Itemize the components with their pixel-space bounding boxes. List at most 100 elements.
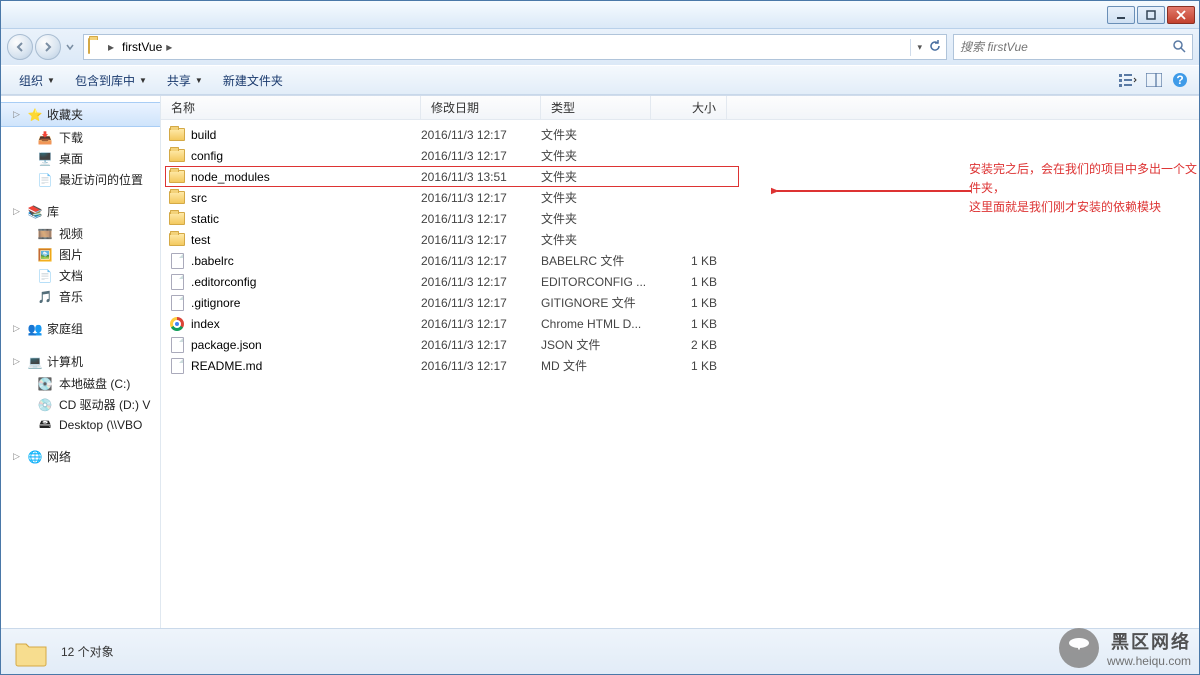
- file-row[interactable]: .gitignore2016/11/3 12:17GITIGNORE 文件1 K…: [161, 292, 1199, 313]
- maximize-button[interactable]: [1137, 6, 1165, 24]
- share-label: 共享: [167, 72, 191, 89]
- sidebar-item-label: 文档: [59, 267, 83, 284]
- recent-icon: 📄: [37, 172, 53, 188]
- file-type: 文件夹: [541, 189, 651, 206]
- computer-header[interactable]: ▷💻计算机: [1, 350, 160, 373]
- favorites-label: 收藏夹: [47, 106, 83, 123]
- back-button[interactable]: [7, 34, 33, 60]
- file-icon: [171, 337, 184, 353]
- pictures-icon: 🖼️: [37, 247, 53, 263]
- computer-icon: 💻: [27, 354, 43, 370]
- sidebar-item-label: 桌面: [59, 150, 83, 167]
- file-name: build: [191, 128, 216, 142]
- share-button[interactable]: 共享 ▼: [159, 69, 211, 92]
- folder-icon: [169, 233, 185, 246]
- include-label: 包含到库中: [75, 72, 135, 89]
- search-input[interactable]: [960, 40, 1168, 54]
- collapse-icon: ▷: [13, 451, 23, 462]
- navbar: ▸ firstVue ▸ ▾: [1, 29, 1199, 65]
- sidebar-item[interactable]: 🖴Desktop (\\VBO: [1, 415, 160, 435]
- address-segment[interactable]: firstVue: [122, 40, 162, 54]
- file-name: .editorconfig: [191, 275, 256, 289]
- col-size[interactable]: 大小: [651, 96, 727, 119]
- include-library-button[interactable]: 包含到库中 ▼: [67, 69, 155, 92]
- minimize-button[interactable]: [1107, 6, 1135, 24]
- file-row[interactable]: package.json2016/11/3 12:17JSON 文件2 KB: [161, 334, 1199, 355]
- file-row[interactable]: node_modules 2016/11/3 13:51文件夹: [165, 166, 739, 187]
- file-date: 2016/11/3 12:17: [421, 338, 541, 352]
- new-folder-button[interactable]: 新建文件夹: [215, 69, 291, 92]
- search-box[interactable]: [953, 34, 1193, 60]
- file-size: 1 KB: [651, 254, 727, 268]
- network-header[interactable]: ▷🌐网络: [1, 445, 160, 468]
- address-bar[interactable]: ▸ firstVue ▸ ▾: [83, 34, 947, 60]
- folder-icon: [169, 128, 185, 141]
- sidebar-item-label: 图片: [59, 246, 83, 263]
- file-date: 2016/11/3 12:17: [421, 149, 541, 163]
- file-date: 2016/11/3 12:17: [421, 359, 541, 373]
- file-name: src: [191, 191, 207, 205]
- chevron-down-icon: ▼: [139, 76, 147, 85]
- file-icon: [171, 274, 184, 290]
- file-icon: [171, 358, 184, 374]
- file-row[interactable]: test2016/11/3 12:17文件夹: [161, 229, 1199, 250]
- file-type: 文件夹: [541, 168, 651, 185]
- collapse-icon: ▷: [13, 356, 23, 367]
- collapse-icon: ▷: [13, 109, 23, 120]
- file-date: 2016/11/3 13:51: [421, 170, 541, 184]
- file-row[interactable]: README.md2016/11/3 12:17MD 文件1 KB: [161, 355, 1199, 376]
- file-row[interactable]: build2016/11/3 12:17文件夹: [161, 124, 1199, 145]
- help-button[interactable]: ?: [1171, 71, 1189, 89]
- svg-text:?: ?: [1176, 73, 1183, 87]
- organize-button[interactable]: 组织▼: [11, 69, 63, 92]
- sidebar-item[interactable]: 📄最近访问的位置: [1, 169, 160, 190]
- col-type[interactable]: 类型: [541, 96, 651, 119]
- video-icon: 🎞️: [37, 226, 53, 242]
- forward-button[interactable]: [35, 34, 61, 60]
- chevron-down-icon[interactable]: ▾: [917, 42, 922, 53]
- column-headers: 名称 修改日期 类型 大小: [161, 96, 1199, 120]
- history-dropdown[interactable]: [63, 34, 77, 60]
- sidebar-item[interactable]: 🖥️桌面: [1, 148, 160, 169]
- file-date: 2016/11/3 12:17: [421, 191, 541, 205]
- collapse-icon: ▷: [13, 323, 23, 334]
- nav-pane: ▷⭐收藏夹 📥下载🖥️桌面📄最近访问的位置 ▷📚库 🎞️视频 🖼️ 图片 📄 文档 🎵音乐…: [1, 96, 161, 628]
- sidebar-item[interactable]: 🎵音乐: [1, 286, 160, 307]
- file-type: BABELRC 文件: [541, 252, 651, 269]
- watermark-en: www.heiqu.com: [1107, 654, 1191, 668]
- favorites-header[interactable]: ▷⭐收藏夹: [1, 102, 160, 127]
- file-date: 2016/11/3 12:17: [421, 275, 541, 289]
- homegroup-header[interactable]: ▷👥家庭组: [1, 317, 160, 340]
- file-row[interactable]: index2016/11/3 12:17Chrome HTML D...1 KB: [161, 313, 1199, 334]
- sidebar-item-label: 本地磁盘 (C:): [59, 375, 130, 392]
- file-name: .babelrc: [191, 254, 234, 268]
- chevron-down-icon: ▼: [195, 76, 203, 85]
- sidebar-item[interactable]: 📥下载: [1, 127, 160, 148]
- col-date[interactable]: 修改日期: [421, 96, 541, 119]
- sidebar-item[interactable]: 💿CD 驱动器 (D:) V: [1, 394, 160, 415]
- file-row[interactable]: .editorconfig2016/11/3 12:17EDITORCONFIG…: [161, 271, 1199, 292]
- documents-icon: 📄: [37, 268, 53, 284]
- preview-pane-button[interactable]: [1145, 71, 1163, 89]
- chevron-right-icon[interactable]: ▸: [108, 40, 118, 54]
- search-icon[interactable]: [1172, 39, 1186, 56]
- sidebar-item[interactable]: 💽本地磁盘 (C:): [1, 373, 160, 394]
- toolbar: 组织▼ 包含到库中 ▼ 共享 ▼ 新建文件夹 ?: [1, 65, 1199, 95]
- sidebar-item[interactable]: 🖼️ 图片: [1, 244, 160, 265]
- sidebar-item[interactable]: 📄 文档: [1, 265, 160, 286]
- close-button[interactable]: [1167, 6, 1195, 24]
- file-name: node_modules: [191, 170, 270, 184]
- music-icon: 🎵: [37, 289, 53, 305]
- folder-icon: [169, 191, 185, 204]
- file-type: Chrome HTML D...: [541, 317, 651, 331]
- sidebar-item[interactable]: 🎞️视频: [1, 223, 160, 244]
- file-type: MD 文件: [541, 357, 651, 374]
- libraries-header[interactable]: ▷📚库: [1, 200, 160, 223]
- col-name[interactable]: 名称: [161, 96, 421, 119]
- collapse-icon: ▷: [13, 206, 23, 217]
- chevron-right-icon[interactable]: ▸: [166, 40, 176, 54]
- annotation-text: 安装完之后，会在我们的项目中多出一个文件夹， 这里面就是我们刚才安装的依赖模块: [969, 160, 1199, 218]
- refresh-icon[interactable]: [928, 39, 942, 56]
- file-row[interactable]: .babelrc2016/11/3 12:17BABELRC 文件1 KB: [161, 250, 1199, 271]
- view-options-button[interactable]: [1119, 71, 1137, 89]
